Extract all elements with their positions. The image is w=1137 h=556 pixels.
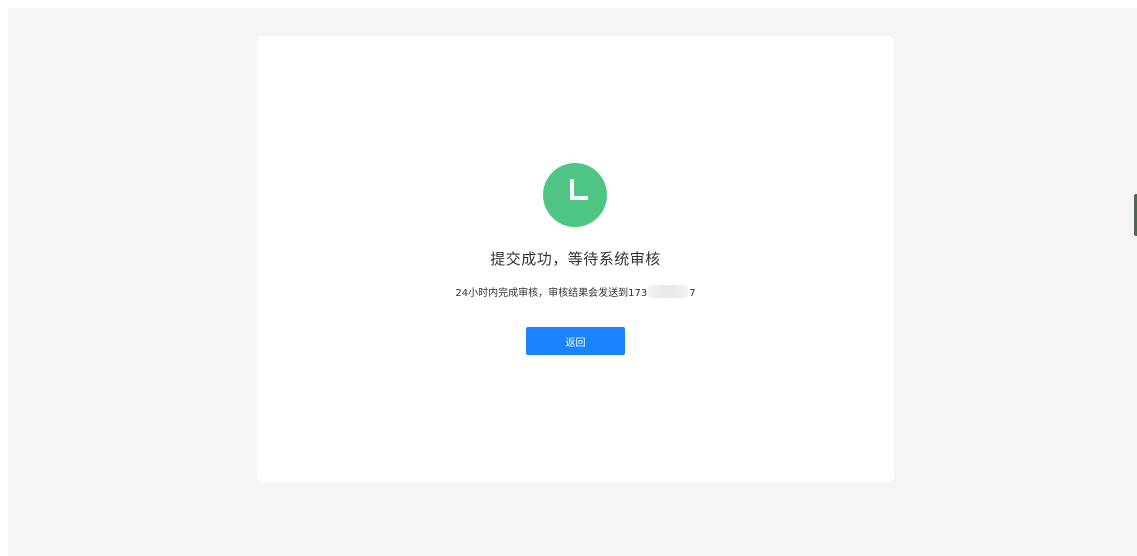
result-message-suffix: 7 [689,288,696,299]
result-title: 提交成功，等待系统审核 [490,250,661,268]
result-message: 24小时内完成审核，审核结果会发送到173 7 [257,284,894,299]
result-card: 提交成功，等待系统审核 24小时内完成审核，审核结果会发送到173 7 返回 [257,36,894,482]
clock-icon [543,163,607,227]
back-button[interactable]: 返回 [526,327,625,355]
redacted-phone-digits [648,285,689,298]
result-message-prefix: 24小时内完成审核，审核结果会发送到173 [455,288,648,299]
